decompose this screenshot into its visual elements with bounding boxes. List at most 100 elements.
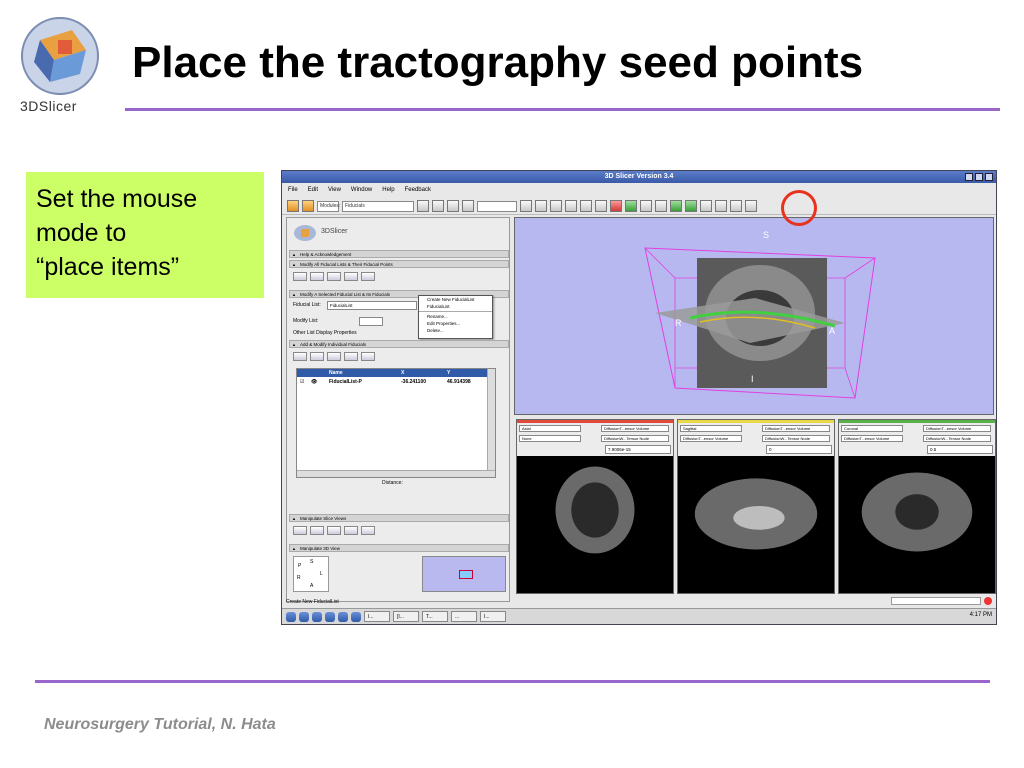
slice-layout-button[interactable]	[293, 526, 307, 535]
slice-grid-button[interactable]	[344, 526, 358, 535]
save-scene-button[interactable]	[302, 200, 314, 212]
browser-icon[interactable]	[299, 611, 309, 622]
minimize-button[interactable]	[965, 173, 973, 181]
modify-list-select[interactable]	[359, 317, 383, 326]
layout-icon[interactable]	[565, 200, 577, 212]
add-modify-section[interactable]: Add & Modify Individual Fiducials	[289, 340, 509, 348]
column-name[interactable]: Name	[329, 369, 343, 377]
visibility-all-button[interactable]	[293, 272, 307, 281]
slice-fit-button[interactable]	[310, 526, 324, 535]
module-search-input[interactable]	[477, 200, 517, 212]
fiducial-list-select[interactable]: FiducialList	[327, 301, 417, 310]
start-menu-icon[interactable]	[286, 611, 296, 622]
column-y[interactable]: Y	[447, 369, 450, 377]
slice-cross-button[interactable]	[361, 526, 375, 535]
fiducial-name[interactable]: FiducialList-P	[329, 378, 362, 386]
select-fiducials-button[interactable]	[310, 352, 324, 361]
menu-edit-properties[interactable]: Edit Properties...	[419, 320, 492, 327]
module-prev-button[interactable]	[417, 200, 429, 212]
module-history-button[interactable]	[447, 200, 459, 212]
menu-help[interactable]: Help	[382, 187, 394, 193]
select-all-button[interactable]	[327, 272, 341, 281]
settings-icon[interactable]	[351, 611, 361, 622]
module-refresh-button[interactable]	[462, 200, 474, 212]
place-items-icon[interactable]	[730, 200, 742, 212]
foreground-select[interactable]: None	[519, 435, 581, 442]
module-select[interactable]: Fiducials	[342, 200, 414, 212]
table-row[interactable]: ☑ 👁 FiducialList-P -36.241100 46.914398	[297, 378, 495, 387]
taskbar-window[interactable]: I...	[480, 611, 506, 622]
table-vertical-scrollbar[interactable]	[487, 369, 495, 477]
slice-offset-field[interactable]: 7.9006e-15	[605, 445, 671, 454]
fiducial-y[interactable]: 46.914398	[447, 378, 471, 386]
other-props-label[interactable]: Other List Display Properties	[293, 330, 357, 336]
fiducial-x[interactable]: -36.241100	[401, 378, 426, 386]
table-horizontal-scrollbar[interactable]	[297, 470, 495, 477]
menu-create-new[interactable]: Create New FiducialList	[419, 296, 492, 303]
taskbar-window[interactable]: [I...	[393, 611, 419, 622]
foreground-select[interactable]: DiffusionT...ensor Volume	[680, 435, 742, 442]
slice-offset-field[interactable]: 0.5	[927, 445, 993, 454]
transforms-icon[interactable]	[640, 200, 652, 212]
mail-icon[interactable]	[312, 611, 322, 622]
move-fiducial-button[interactable]	[327, 352, 341, 361]
slice-offset-field[interactable]: 0	[766, 445, 832, 454]
background-select[interactable]: DiffusionT...ensor Volume	[923, 425, 991, 432]
volumes-icon[interactable]	[610, 200, 622, 212]
label-select[interactable]: DiffusionW...Tensor Node	[601, 435, 669, 442]
module-next-button[interactable]	[432, 200, 444, 212]
mini-3d-view[interactable]	[422, 556, 506, 592]
taskbar-window[interactable]: ...	[451, 611, 477, 622]
slice-view-sagittal[interactable]: Sagittal DiffusionT...ensor Volume Diffu…	[677, 419, 835, 594]
slice-views-section[interactable]: Manipulate Slice Views	[289, 514, 509, 522]
orientation-axes-widget[interactable]: P S L R A	[293, 556, 329, 592]
taskbar-window[interactable]: T...	[422, 611, 448, 622]
menu-window[interactable]: Window	[351, 187, 372, 193]
menu-view[interactable]: View	[328, 187, 341, 193]
menu-fiducial-list[interactable]: FiducialList	[419, 303, 492, 310]
orientation-select[interactable]: Sagittal	[680, 425, 742, 432]
menu-feedback[interactable]: Feedback	[405, 187, 431, 193]
orientation-select[interactable]: Coronal	[841, 425, 903, 432]
label-select[interactable]: DiffusionW...Tensor Node	[762, 435, 830, 442]
add-fiducial-button[interactable]	[293, 352, 307, 361]
background-select[interactable]: DiffusionT...ensor Volume	[762, 425, 830, 432]
home-icon[interactable]	[535, 200, 547, 212]
lock-all-button[interactable]	[310, 272, 324, 281]
foreground-select[interactable]: DiffusionT...ensor Volume	[841, 435, 903, 442]
fiducial-icon[interactable]	[550, 200, 562, 212]
transform-view-icon[interactable]	[745, 200, 757, 212]
pick-mode-icon[interactable]	[715, 200, 727, 212]
copy-fiducial-button[interactable]	[361, 352, 375, 361]
slice-link-button[interactable]	[327, 526, 341, 535]
eye-icon[interactable]: 👁	[311, 378, 317, 386]
reorder-fiducial-button[interactable]	[344, 352, 358, 361]
delete-all-button[interactable]	[344, 272, 358, 281]
menu-delete[interactable]: Delete...	[419, 327, 492, 334]
slice-view-coronal[interactable]: Coronal DiffusionT...ensor Volume Diffus…	[838, 419, 996, 594]
background-select[interactable]: DiffusionT...ensor Volume	[601, 425, 669, 432]
orientation-select[interactable]: Axial	[519, 425, 581, 432]
data-icon[interactable]	[595, 200, 607, 212]
grid-icon[interactable]	[520, 200, 532, 212]
column-x[interactable]: X	[401, 369, 404, 377]
error-indicator-icon[interactable]	[984, 597, 992, 605]
undo-icon[interactable]	[670, 200, 682, 212]
menu-rename[interactable]: Rename...	[419, 313, 492, 320]
redo-icon[interactable]	[685, 200, 697, 212]
label-select[interactable]: DiffusionW...Tensor Node	[923, 435, 991, 442]
screenshot-icon[interactable]	[700, 200, 712, 212]
select-checkbox[interactable]: ☑	[300, 378, 304, 386]
colors-icon[interactable]	[580, 200, 592, 212]
terminal-icon[interactable]	[325, 611, 335, 622]
menu-file[interactable]: File	[288, 187, 298, 193]
files-icon[interactable]	[338, 611, 348, 622]
options-all-button[interactable]	[361, 272, 375, 281]
editor-icon[interactable]	[655, 200, 667, 212]
main-3d-view[interactable]: S R A I	[514, 217, 994, 415]
modify-all-section[interactable]: Modify All Fiducial Lists & Their Fiduci…	[289, 260, 509, 268]
maximize-button[interactable]	[975, 173, 983, 181]
taskbar-window[interactable]: I...	[364, 611, 390, 622]
menu-edit[interactable]: Edit	[308, 187, 318, 193]
help-section[interactable]: Help & Acknowledgement	[289, 250, 509, 258]
